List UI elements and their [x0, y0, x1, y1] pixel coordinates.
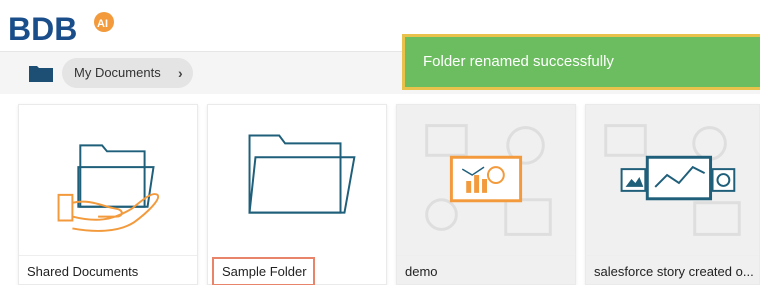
- card-salesforce-story[interactable]: salesforce story created o...: [585, 104, 760, 285]
- chevron-right-icon: ›: [178, 65, 183, 81]
- svg-text:BDB: BDB: [8, 11, 77, 47]
- card-sample-folder[interactable]: Sample Folder: [207, 104, 387, 285]
- card-demo[interactable]: demo: [396, 104, 576, 285]
- folder-icon[interactable]: [28, 63, 54, 83]
- card-label: demo: [397, 255, 575, 285]
- card-shared-documents[interactable]: Shared Documents: [18, 104, 198, 285]
- folder-icon: [248, 134, 356, 214]
- card-label[interactable]: Sample Folder: [212, 257, 315, 285]
- success-toast: Folder renamed successfully: [402, 34, 760, 90]
- story-icon: [397, 105, 575, 255]
- card-label: Shared Documents: [19, 255, 197, 285]
- document-grid: Shared Documents Sample Folder demo sale…: [0, 104, 760, 285]
- story-chart-icon: [586, 105, 759, 255]
- svg-text:AI: AI: [97, 18, 108, 30]
- shared-folder-icon: [57, 144, 160, 232]
- card-label: salesforce story created o...: [586, 255, 759, 285]
- toast-message: Folder renamed successfully: [423, 53, 614, 70]
- bdb-ai-logo[interactable]: BDB AI: [6, 6, 126, 50]
- breadcrumb-label: My Documents: [74, 65, 161, 80]
- breadcrumb[interactable]: My Documents ›: [62, 58, 193, 88]
